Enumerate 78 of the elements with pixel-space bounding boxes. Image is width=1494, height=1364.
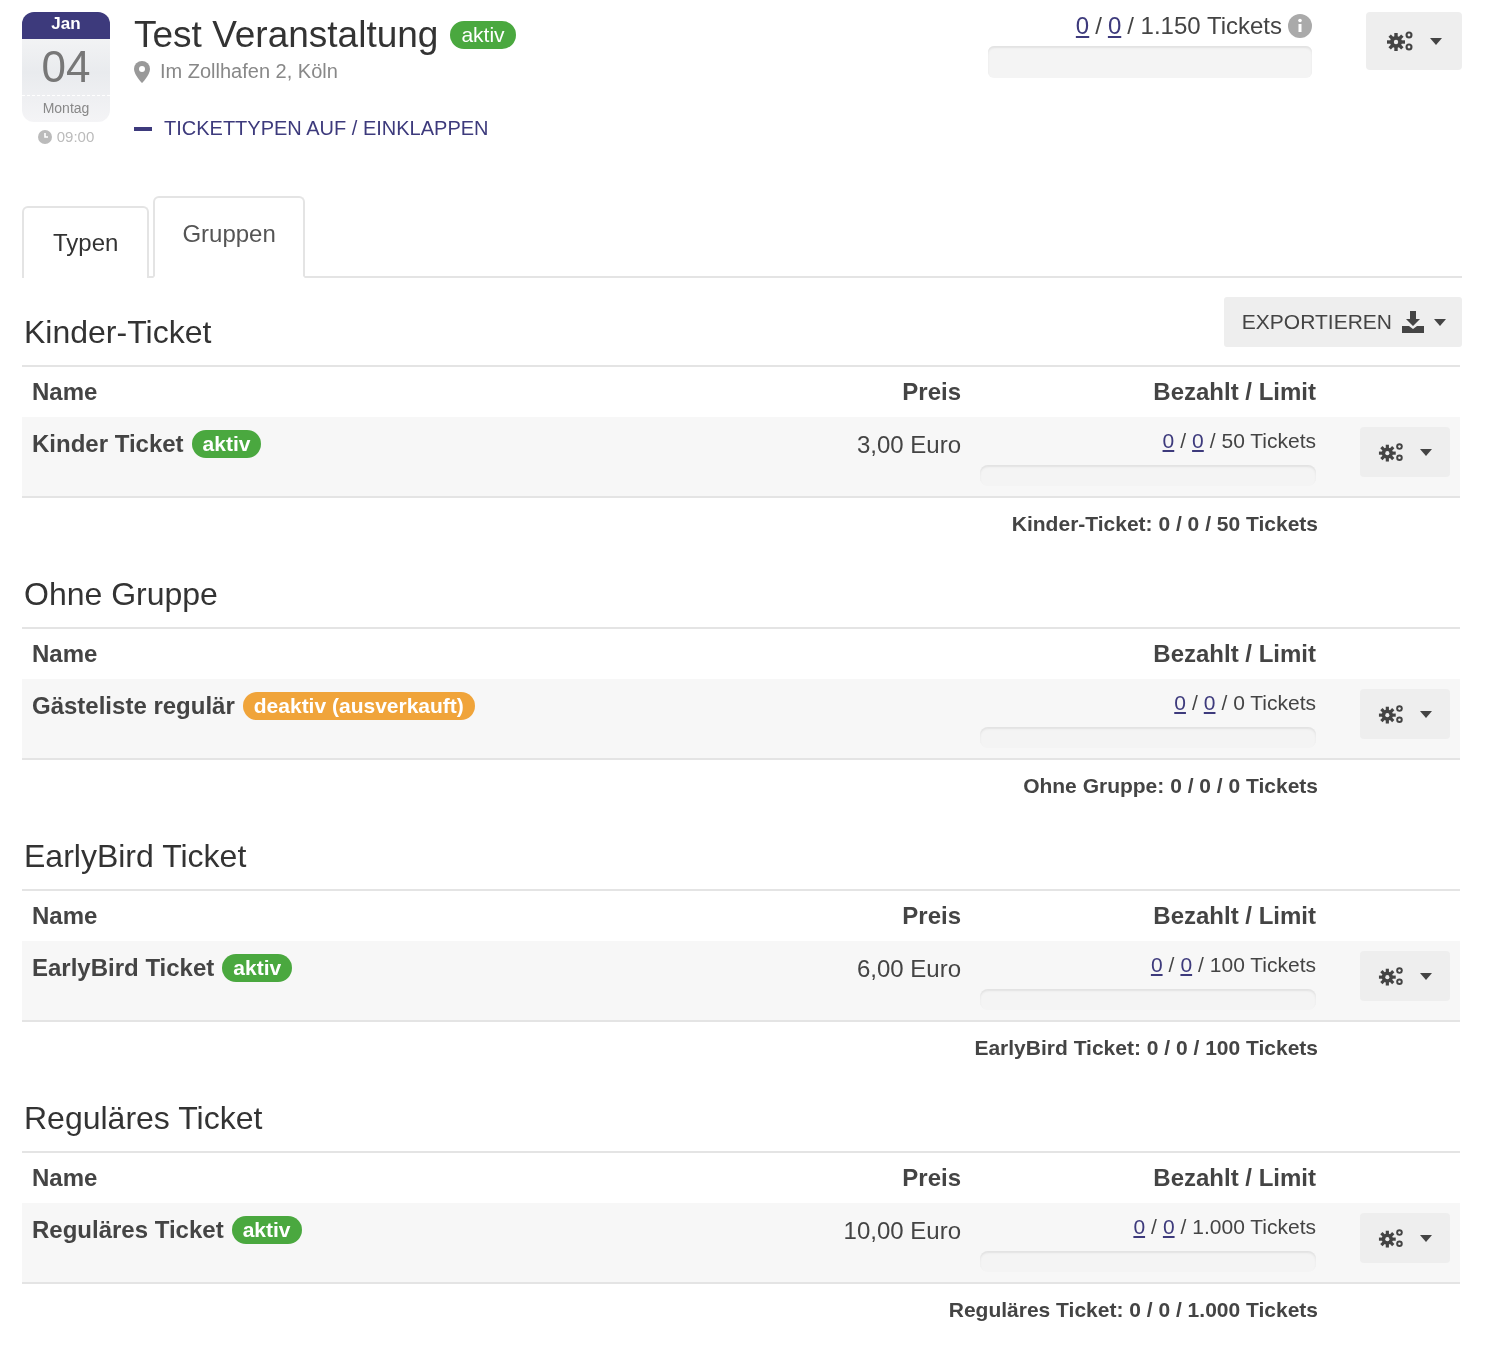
- ticket-price: 3,00 Euro: [856, 431, 961, 458]
- count-text: /: [1180, 429, 1187, 453]
- count-link[interactable]: 0: [1162, 429, 1175, 453]
- column-header: Name: [31, 378, 99, 406]
- status-badge: deaktiv (ausverkauft): [242, 692, 475, 720]
- event-location: Im Zollhafen 2, Köln: [160, 60, 338, 83]
- minus-icon: [134, 126, 152, 131]
- column-header: Name: [31, 1164, 99, 1192]
- gears-icon: [1378, 1226, 1406, 1250]
- ticket-name: Gästeliste regulär: [32, 692, 235, 720]
- column-header: Preis: [901, 902, 961, 930]
- count-link[interactable]: 0: [1133, 1215, 1146, 1239]
- count-text: /: [1095, 12, 1102, 40]
- column-header: Name: [31, 902, 99, 930]
- ticket-name: EarlyBird Ticket: [32, 954, 215, 982]
- count-text: / 0 Tickets: [1221, 691, 1316, 715]
- event-title: Test Veranstaltung: [134, 14, 439, 56]
- column-header: Bezahlt / Limit: [1152, 378, 1316, 406]
- status-badge: aktiv: [450, 21, 516, 49]
- clock-icon: [37, 129, 52, 144]
- caret-icon: [1430, 37, 1442, 45]
- ticket-price: 10,00 Euro: [843, 1217, 961, 1244]
- map-pin-icon: [134, 60, 150, 83]
- count-link[interactable]: 0: [1203, 691, 1216, 715]
- settings-dropdown-button[interactable]: [1360, 427, 1450, 477]
- count-text: / 1.150 Tickets: [1127, 12, 1282, 40]
- tab[interactable]: Typen: [22, 206, 150, 278]
- caret-icon: [1420, 448, 1432, 456]
- tab[interactable]: Gruppen: [153, 196, 305, 278]
- count-link[interactable]: 0: [1162, 1215, 1175, 1239]
- column-header: Name: [31, 640, 99, 668]
- count-link[interactable]: 0: [1192, 429, 1204, 453]
- count-text: / 100 Tickets: [1198, 953, 1316, 977]
- count-text: /: [1151, 1215, 1157, 1239]
- export-button[interactable]: EXPORTIEREN: [1223, 297, 1462, 347]
- count-text: /: [1191, 691, 1198, 715]
- caret-icon: [1420, 1234, 1432, 1242]
- group-summary: Reguläres Ticket: 0 / 0 / 1.000 Tickets: [947, 1297, 1318, 1323]
- column-header: Bezahlt / Limit: [1152, 902, 1316, 930]
- ticket-name: Reguläres Ticket: [32, 1216, 224, 1244]
- status-badge: aktiv: [191, 430, 262, 458]
- download-icon: [1402, 311, 1424, 333]
- calendar-date: Jan 04 Montag: [22, 12, 110, 122]
- group-title: EarlyBird Ticket: [23, 837, 247, 876]
- status-badge: aktiv: [231, 1216, 302, 1244]
- count-text: /: [1168, 953, 1175, 977]
- count-link[interactable]: 0: [1075, 12, 1090, 40]
- caret-icon: [1434, 318, 1446, 326]
- gears-icon: [1378, 440, 1406, 464]
- count-link[interactable]: 0: [1107, 12, 1122, 40]
- count-link[interactable]: 0: [1180, 953, 1193, 977]
- event-time: 09:00: [56, 128, 95, 145]
- toggle-link[interactable]: TICKETTYPEN AUF / EINKLAPPEN: [164, 117, 489, 140]
- settings-dropdown-button[interactable]: [1360, 951, 1450, 1001]
- settings-dropdown-button[interactable]: [1366, 12, 1462, 70]
- group-title: Ohne Gruppe: [23, 575, 218, 614]
- count-link[interactable]: 0: [1150, 953, 1163, 977]
- column-header: Bezahlt / Limit: [1152, 640, 1316, 668]
- settings-dropdown-button[interactable]: [1360, 689, 1450, 739]
- column-header: Preis: [901, 378, 961, 406]
- gears-icon: [1378, 964, 1406, 988]
- count-text: / 50 Tickets: [1209, 429, 1316, 453]
- group-summary: Kinder-Ticket: 0 / 0 / 50 Tickets: [1010, 511, 1318, 537]
- group-title: Reguläres Ticket: [23, 1099, 263, 1138]
- group-summary: Ohne Gruppe: 0 / 0 / 0 Tickets: [1022, 773, 1318, 799]
- caret-icon: [1420, 710, 1432, 718]
- count-link[interactable]: 0: [1174, 691, 1186, 715]
- ticket-price: 6,00 Euro: [856, 955, 961, 982]
- group-summary: EarlyBird Ticket: 0 / 0 / 100 Tickets: [973, 1035, 1318, 1061]
- settings-dropdown-button[interactable]: [1360, 1213, 1450, 1263]
- column-header: Bezahlt / Limit: [1152, 1164, 1316, 1192]
- group-title: Kinder-Ticket: [23, 313, 212, 352]
- count-text: / 1.000 Tickets: [1180, 1215, 1316, 1239]
- column-header: Preis: [901, 1164, 961, 1192]
- gears-icon: [1378, 702, 1406, 726]
- status-badge: aktiv: [222, 954, 293, 982]
- caret-icon: [1420, 972, 1432, 980]
- ticket-name: Kinder Ticket: [32, 430, 184, 458]
